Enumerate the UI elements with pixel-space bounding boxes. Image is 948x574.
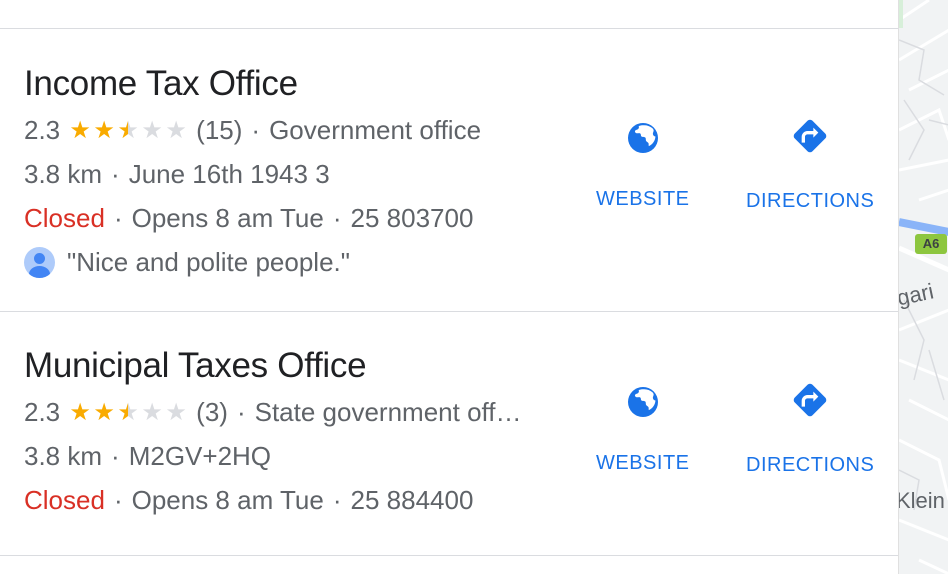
map-label: Klein (898, 488, 945, 513)
map-panel[interactable]: A6 gari Klein (898, 0, 948, 574)
star-empty-icon: ★ (141, 398, 163, 426)
plus-code: M2GV+2HQ (128, 441, 272, 471)
star-full-icon: ★ (93, 116, 115, 144)
phone-number: 25 803700 (350, 203, 474, 233)
star-half-icon: ★ (117, 116, 139, 144)
star-empty-icon: ★ (141, 116, 163, 144)
directions-icon (790, 380, 830, 420)
user-avatar-icon (24, 247, 55, 278)
distance: 3.8 km (24, 441, 103, 471)
review-count[interactable]: (15) (196, 115, 242, 146)
status-closed: Closed (24, 203, 105, 233)
separator: · (111, 159, 120, 189)
place-name[interactable]: Income Tax Office (24, 64, 298, 104)
phone-number: 25 884400 (350, 485, 474, 515)
hours-row: Closed · Opens 8 am Tue · 25 884400 (24, 485, 473, 516)
separator: · (332, 203, 342, 233)
rating-row: 2.3 ★ ★ ★ ★ ★ (15) · Government office (24, 115, 481, 146)
place-name[interactable]: Municipal Taxes Office (24, 346, 367, 386)
review-snippet: "Nice and polite people." (67, 247, 350, 277)
address-row: 3.8 km · June 16th 1943 3 (24, 159, 330, 190)
star-empty-icon: ★ (165, 116, 187, 144)
result-card-income-tax-office[interactable]: Income Tax Office 2.3 ★ ★ ★ ★ ★ (15) · G… (0, 29, 898, 312)
rating-value: 2.3 (24, 115, 61, 145)
category: Government office (269, 115, 482, 145)
directions-label: DIRECTIONS (746, 190, 875, 212)
distance: 3.8 km (24, 159, 103, 189)
separator: · (113, 485, 123, 515)
website-label: WEBSITE (596, 452, 690, 474)
separator: · (236, 397, 246, 427)
separator: · (113, 203, 123, 233)
status-closed: Closed (24, 485, 105, 515)
directions-button[interactable]: DIRECTIONS (746, 380, 874, 477)
website-button[interactable]: WEBSITE (596, 118, 690, 211)
star-rating: ★ ★ ★ ★ ★ (68, 116, 188, 144)
address-row: 3.8 km · M2GV+2HQ (24, 441, 271, 472)
website-label: WEBSITE (596, 188, 690, 210)
rating-row: 2.3 ★ ★ ★ ★ ★ (3) · State government off… (24, 397, 522, 428)
opening-hours: Opens 8 am Tue (131, 485, 324, 515)
results-list: Income Tax Office 2.3 ★ ★ ★ ★ ★ (15) · G… (0, 0, 898, 574)
directions-icon (790, 116, 830, 156)
divider (0, 555, 898, 556)
star-full-icon: ★ (69, 116, 91, 144)
star-empty-icon: ★ (165, 398, 187, 426)
separator: · (111, 441, 120, 471)
opening-hours: Opens 8 am Tue (131, 203, 324, 233)
star-rating: ★ ★ ★ ★ ★ (68, 398, 188, 426)
star-full-icon: ★ (69, 398, 91, 426)
star-half-icon: ★ (117, 398, 139, 426)
separator: · (332, 485, 342, 515)
result-card-municipal-taxes-office[interactable]: Municipal Taxes Office 2.3 ★ ★ ★ ★ ★ (3)… (0, 312, 898, 555)
globe-icon (623, 382, 663, 422)
review-snippet-row: "Nice and polite people." (24, 247, 350, 278)
globe-icon (623, 118, 663, 158)
review-count[interactable]: (3) (196, 397, 228, 428)
separator: · (251, 115, 261, 145)
star-full-icon: ★ (93, 398, 115, 426)
rating-value: 2.3 (24, 397, 61, 427)
directions-label: DIRECTIONS (746, 454, 875, 476)
directions-button[interactable]: DIRECTIONS (746, 116, 874, 213)
road-badge: A6 (915, 234, 947, 254)
website-button[interactable]: WEBSITE (596, 382, 690, 475)
hours-row: Closed · Opens 8 am Tue · 25 803700 (24, 203, 473, 234)
category: State government off… (254, 397, 522, 427)
address: June 16th 1943 3 (128, 159, 330, 189)
